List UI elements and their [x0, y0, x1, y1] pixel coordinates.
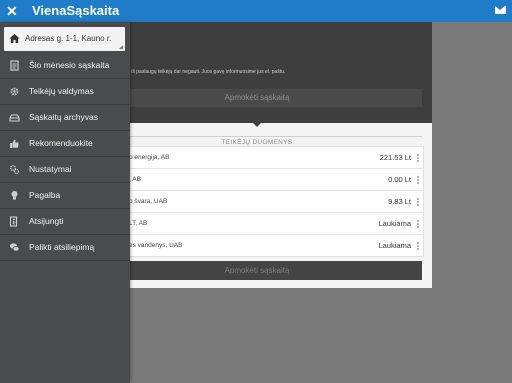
provider-amount: 221.53 Lt [379, 153, 411, 162]
provider-row[interactable]: o švara, UAB 9.83 Lt [93, 190, 423, 212]
provider-amount: 0.00 Lt [388, 175, 411, 184]
navigation-drawer: Adresas g. 1-1, Kauno r. Šio mėnesio sąs… [0, 22, 130, 383]
drawer-menu: Šio mėnesio sąskaita Teikėjų valdymas Są… [0, 53, 130, 261]
chat-icon [10, 243, 20, 252]
more-icon[interactable] [417, 220, 419, 228]
pay-button-top[interactable]: Apmokėti sąskaitą [92, 89, 422, 107]
menu-item-label: Palikti atsiliepimą [29, 242, 95, 252]
provider-row[interactable]: LT, AB Laukiama [93, 212, 423, 234]
provider-list: o energija, AB 221.53 Lt , AB 0.00 Lt o … [92, 146, 424, 257]
document-icon [10, 60, 19, 71]
info-note: ai iš paslaugų teikėjų dar negauti. Juos… [126, 69, 286, 75]
menu-item-label: Nustatymai [29, 164, 72, 174]
menu-item-recommend[interactable]: Rekomenduokite [0, 131, 130, 157]
menu-item-label: Rekomenduokite [29, 138, 93, 148]
menu-item-label: Pagalba [29, 190, 61, 200]
provider-name: LT, AB [129, 220, 148, 227]
dropdown-corner-icon [119, 45, 123, 49]
section-header: TEIKĖJŲ DUOMENYS [82, 131, 432, 146]
provider-name: o energija, AB [129, 154, 170, 161]
menu-item-label: Teikėjų valdymas [29, 86, 94, 96]
provider-name: , AB [129, 176, 141, 183]
more-icon[interactable] [417, 242, 419, 250]
close-icon[interactable]: ✕ [6, 2, 18, 20]
provider-amount: Laukiama [378, 241, 411, 250]
menu-item-label: Sąskaitų archyvas [29, 112, 98, 122]
bill-card: ai iš paslaugų teikėjų dar negauti. Juos… [82, 22, 432, 288]
app-header: ✕ VienaSąskaita [0, 0, 512, 22]
more-icon[interactable] [417, 176, 419, 184]
provider-amount: Laukiama [378, 219, 411, 228]
thumbs-up-icon [10, 139, 19, 148]
archive-icon [9, 114, 20, 122]
provider-amount: 9.83 Lt [388, 197, 411, 206]
settings-icon [10, 165, 20, 175]
mail-icon[interactable] [495, 6, 506, 14]
more-icon[interactable] [417, 154, 419, 162]
provider-row[interactable]: o energija, AB 221.53 Lt [93, 147, 423, 168]
menu-item-current-bill[interactable]: Šio mėnesio sąskaita [0, 53, 130, 79]
address-text: Adresas g. 1-1, Kauno r. [25, 34, 112, 43]
pay-button-bottom[interactable]: Apmokėti sąskaitą [92, 261, 422, 280]
provider-name: o švara, UAB [129, 198, 168, 205]
notch-arrow [253, 123, 261, 127]
app-title: VienaSąskaita [32, 3, 120, 18]
exit-icon [9, 216, 18, 227]
provider-name: es vandenys, UAB [129, 242, 183, 249]
provider-row[interactable]: es vandenys, UAB Laukiama [93, 234, 423, 256]
section-title: TEIKĖJŲ DUOMENYS [216, 139, 298, 146]
menu-item-provider-management[interactable]: Teikėjų valdymas [0, 79, 130, 105]
menu-item-logout[interactable]: Atsijungti [0, 209, 130, 235]
menu-item-label: Atsijungti [29, 216, 64, 226]
provider-row[interactable]: , AB 0.00 Lt [93, 168, 423, 190]
bill-summary: ai iš paslaugų teikėjų dar negauti. Juos… [82, 22, 432, 123]
gear-icon [10, 87, 19, 96]
menu-item-help[interactable]: Pagalba [0, 183, 130, 209]
more-icon[interactable] [417, 198, 419, 206]
menu-item-feedback[interactable]: Palikti atsiliepimą [0, 235, 130, 261]
home-icon [9, 33, 20, 44]
menu-item-settings[interactable]: Nustatymai [0, 157, 130, 183]
lightbulb-icon [11, 191, 18, 200]
menu-item-label: Šio mėnesio sąskaita [29, 60, 110, 70]
address-selector[interactable]: Adresas g. 1-1, Kauno r. [4, 27, 125, 51]
menu-item-bill-archive[interactable]: Sąskaitų archyvas [0, 105, 130, 131]
